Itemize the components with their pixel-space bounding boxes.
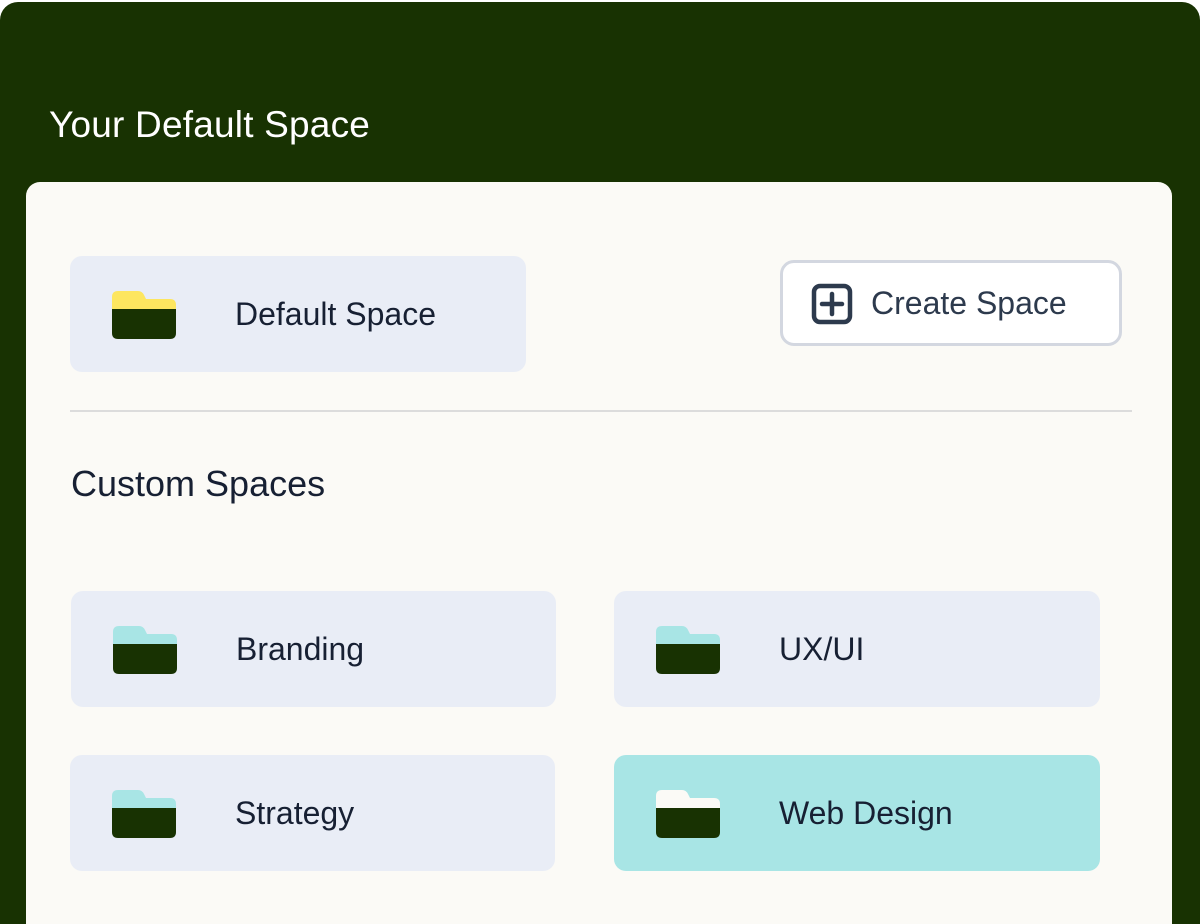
space-label-ux-ui: UX/UI [779, 631, 865, 667]
default-space-label: Default Space [235, 296, 437, 332]
divider [70, 410, 1132, 412]
space-card-ux-ui[interactable]: UX/UI [614, 591, 1100, 707]
default-space-card[interactable]: Default Space [70, 256, 526, 372]
spaces-panel: Default Space Create Space Custom Spaces… [26, 182, 1172, 924]
custom-spaces-title: Custom Spaces [71, 463, 326, 504]
folder-teal-icon [112, 790, 176, 838]
plus-square-icon [811, 283, 853, 325]
create-space-button[interactable]: Create Space [780, 260, 1122, 346]
folder-white-icon [656, 790, 720, 838]
folder-yellow-icon [112, 291, 176, 339]
space-label-web-design: Web Design [779, 795, 953, 831]
create-space-label: Create Space [871, 285, 1067, 321]
space-selector-window: Your Default Space Default Space Create … [0, 2, 1200, 924]
page-title: Your Default Space [49, 104, 371, 145]
space-label-strategy: Strategy [235, 795, 355, 831]
space-card-web-design[interactable]: Web Design [614, 755, 1100, 871]
folder-teal-icon [113, 626, 177, 674]
space-label-branding: Branding [236, 631, 365, 667]
folder-teal-icon [656, 626, 720, 674]
space-card-strategy[interactable]: Strategy [70, 755, 555, 871]
space-card-branding[interactable]: Branding [71, 591, 556, 707]
